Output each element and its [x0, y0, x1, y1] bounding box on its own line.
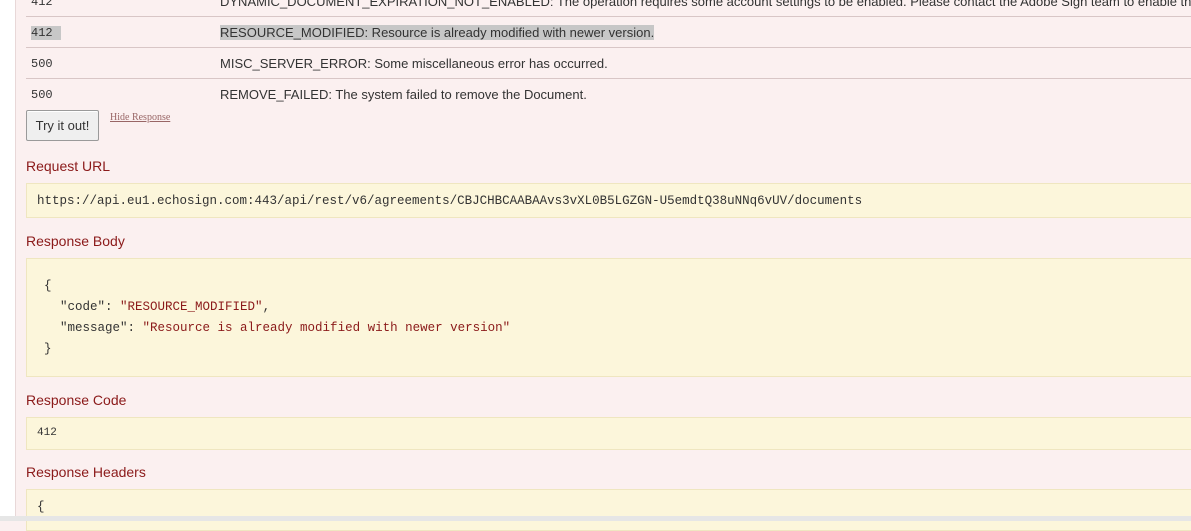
error-description: RESOURCE_MODIFIED: Resource is already m… [220, 25, 655, 40]
error-description: DYNAMIC_DOCUMENT_EXPIRATION_NOT_ENABLED:… [220, 0, 1191, 9]
error-description: REMOVE_FAILED: The system failed to remo… [220, 87, 587, 102]
json-code-key: "code" [60, 300, 106, 314]
table-row: 500 REMOVE_FAILED: The system failed to … [26, 79, 1191, 109]
error-code: 412 [31, 26, 61, 40]
table-row: 412 DYNAMIC_DOCUMENT_EXPIRATION_NOT_ENAB… [26, 0, 1191, 17]
horizontal-scrollbar[interactable] [0, 516, 1191, 521]
table-row: 500 MISC_SERVER_ERROR: Some miscellaneou… [26, 48, 1191, 79]
request-url-box: https://api.eu1.echosign.com:443/api/res… [26, 183, 1191, 218]
json-message-key: "message" [60, 321, 128, 335]
error-code: 500 [31, 57, 53, 71]
json-code-line: "code": "RESOURCE_MODIFIED", [60, 300, 271, 314]
response-headers-heading: Response Headers [26, 464, 146, 480]
try-it-out-button[interactable]: Try it out! [26, 110, 99, 141]
request-url-value: https://api.eu1.echosign.com:443/api/res… [37, 194, 863, 208]
json-open-brace: { [44, 279, 52, 293]
api-response-panel: 412 DYNAMIC_DOCUMENT_EXPIRATION_NOT_ENAB… [16, 0, 1191, 531]
response-code-box: 412 [26, 417, 1191, 450]
error-code: 500 [31, 88, 53, 102]
error-code: 412 [31, 0, 53, 9]
error-description: MISC_SERVER_ERROR: Some miscellaneous er… [220, 56, 608, 71]
headers-open-brace: { [37, 500, 45, 514]
json-message-value: "Resource is already modified with newer… [142, 321, 511, 335]
request-url-heading: Request URL [26, 158, 111, 174]
response-body-box: { "code": "RESOURCE_MODIFIED", "message"… [26, 258, 1191, 377]
response-code-heading: Response Code [26, 392, 127, 408]
json-message-line: "message": "Resource is already modified… [60, 321, 511, 335]
json-code-value: "RESOURCE_MODIFIED" [120, 300, 263, 314]
left-gutter [0, 0, 16, 521]
response-code-value: 412 [37, 427, 57, 439]
table-row: 412 RESOURCE_MODIFIED: Resource is alrea… [26, 17, 1191, 48]
response-headers-box: { [26, 489, 1191, 531]
json-close-brace: } [44, 342, 52, 356]
hide-response-link[interactable]: Hide Response [110, 112, 170, 123]
response-body-heading: Response Body [26, 233, 125, 249]
